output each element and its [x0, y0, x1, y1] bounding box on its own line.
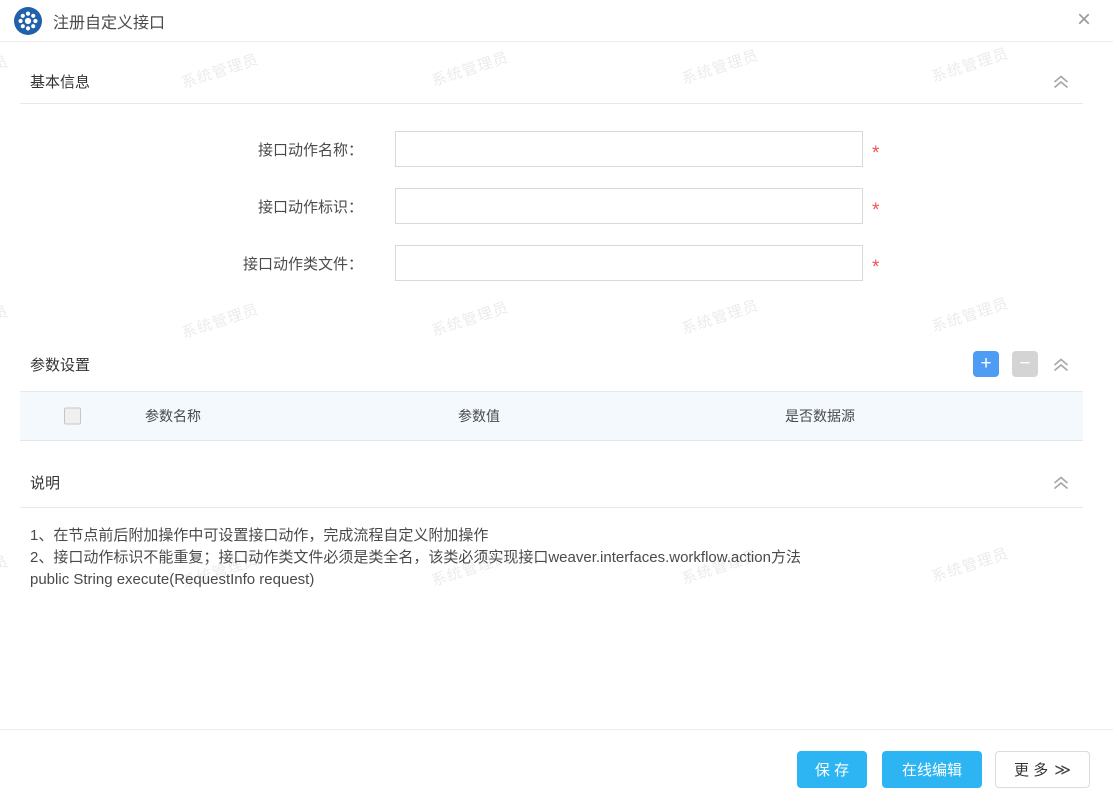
- notes-section-header: 说明: [20, 474, 1083, 492]
- notes-line-1: 1、在节点前后附加操作中可设置接口动作，完成流程自定义附加操作: [30, 527, 489, 544]
- double-chevron-right-icon: ≫: [1054, 761, 1071, 779]
- action-name-label: 接口动作名称：: [257, 141, 363, 159]
- params-title: 参数设置: [30, 356, 91, 374]
- action-id-label: 接口动作标识：: [257, 198, 363, 216]
- online-edit-button[interactable]: 在线编辑: [882, 751, 982, 788]
- register-custom-interface-dialog: 系统管理员 系统管理员 系统管理员 系统管理员 系统管理员 系统管理员 系统管理员 系统管理员…: [0, 0, 1113, 801]
- dialog-footer: 保 存 在线编辑 更 多 ≫: [797, 751, 1090, 788]
- action-id-input[interactable]: [395, 188, 863, 224]
- collapse-basic-info-icon[interactable]: [1051, 73, 1071, 90]
- dialog-header: 注册自定义接口 ×: [0, 0, 1113, 42]
- required-asterisk: *: [872, 142, 880, 164]
- close-icon[interactable]: ×: [1071, 7, 1097, 34]
- notes-title: 说明: [30, 475, 61, 492]
- action-name-input[interactable]: [395, 131, 863, 167]
- action-class-file-input[interactable]: [395, 245, 863, 281]
- basic-info-title: 基本信息: [30, 73, 91, 91]
- collapse-notes-icon[interactable]: [1051, 474, 1071, 491]
- basic-info-form: 接口动作名称： * 接口动作标识： * 接口动作类文件： *: [20, 131, 1083, 281]
- app-badge-icon: [14, 6, 42, 35]
- column-param-value: 参数值: [458, 408, 500, 424]
- params-section-header: 参数设置 + −: [20, 351, 1083, 377]
- notes-text: 1、在节点前后附加操作中可设置接口动作，完成流程自定义附加操作 2、接口动作标识…: [30, 525, 830, 591]
- notes-divider: [20, 507, 1083, 508]
- collapse-params-icon[interactable]: [1051, 356, 1071, 373]
- basic-info-divider: [20, 103, 1083, 104]
- add-param-button[interactable]: +: [973, 351, 999, 377]
- more-button[interactable]: 更 多 ≫: [995, 751, 1090, 788]
- required-asterisk: *: [872, 199, 880, 221]
- remove-param-button[interactable]: −: [1012, 351, 1038, 377]
- form-row-action-id: 接口动作标识： *: [20, 188, 1083, 224]
- save-button[interactable]: 保 存: [797, 751, 867, 788]
- column-is-datasource: 是否数据源: [785, 408, 855, 424]
- notes-line-2: 2、接口动作标识不能重复；接口动作类文件必须是类全名，该类必须实现接口weave…: [30, 549, 801, 588]
- form-row-action-class-file: 接口动作类文件： *: [20, 245, 1083, 281]
- form-row-action-name: 接口动作名称： *: [20, 131, 1083, 167]
- dialog-title: 注册自定义接口: [53, 14, 166, 32]
- column-param-name: 参数名称: [145, 408, 201, 424]
- params-table-header: 参数名称 参数值 是否数据源: [20, 392, 1083, 441]
- action-class-file-label: 接口动作类文件：: [242, 255, 363, 273]
- select-all-checkbox[interactable]: [64, 407, 81, 425]
- required-asterisk: *: [872, 256, 880, 278]
- basic-info-section-header: 基本信息: [20, 73, 1083, 91]
- params-toolbar: + −: [973, 351, 1083, 377]
- more-button-label: 更 多: [1014, 762, 1049, 779]
- dialog-body: 基本信息 接口动作名称： * 接口动作标识： * 接口动作类文件： * 参数设置…: [0, 73, 1113, 591]
- footer-divider: [0, 729, 1113, 730]
